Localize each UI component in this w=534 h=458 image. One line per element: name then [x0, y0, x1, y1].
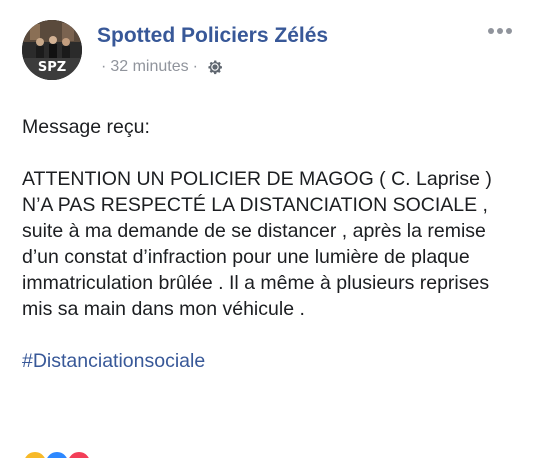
dot-2 — [497, 28, 503, 34]
facebook-post: SPZ Spotted Policiers Zélés · 32 minutes… — [0, 0, 534, 458]
dot-1 — [488, 28, 494, 34]
three-dots-icon[interactable] — [488, 28, 512, 34]
post-meta: · 32 minutes · — [97, 58, 224, 76]
reaction-icons[interactable] — [22, 450, 92, 458]
post-message: Message reçu: ATTENTION UN POLICIER DE M… — [22, 114, 518, 400]
avatar-image: SPZ — [22, 20, 82, 80]
avatar-text: SPZ — [38, 60, 66, 75]
dot-3 — [506, 28, 512, 34]
page-avatar[interactable]: SPZ — [22, 20, 82, 80]
message-body: ATTENTION UN POLICIER DE MAGOG ( C. Lapr… — [22, 168, 492, 320]
page-name-link[interactable]: Spotted Policiers Zélés — [97, 24, 328, 48]
meta-separator: · — [101, 58, 107, 75]
third-reaction-icon — [66, 450, 92, 458]
post-timestamp[interactable]: 32 minutes — [110, 58, 188, 76]
message-intro: Message reçu: — [22, 116, 150, 138]
gear-icon[interactable] — [206, 58, 224, 76]
hashtag-link[interactable]: #Distanciationsociale — [22, 350, 205, 372]
meta-separator-2: · — [192, 58, 198, 75]
